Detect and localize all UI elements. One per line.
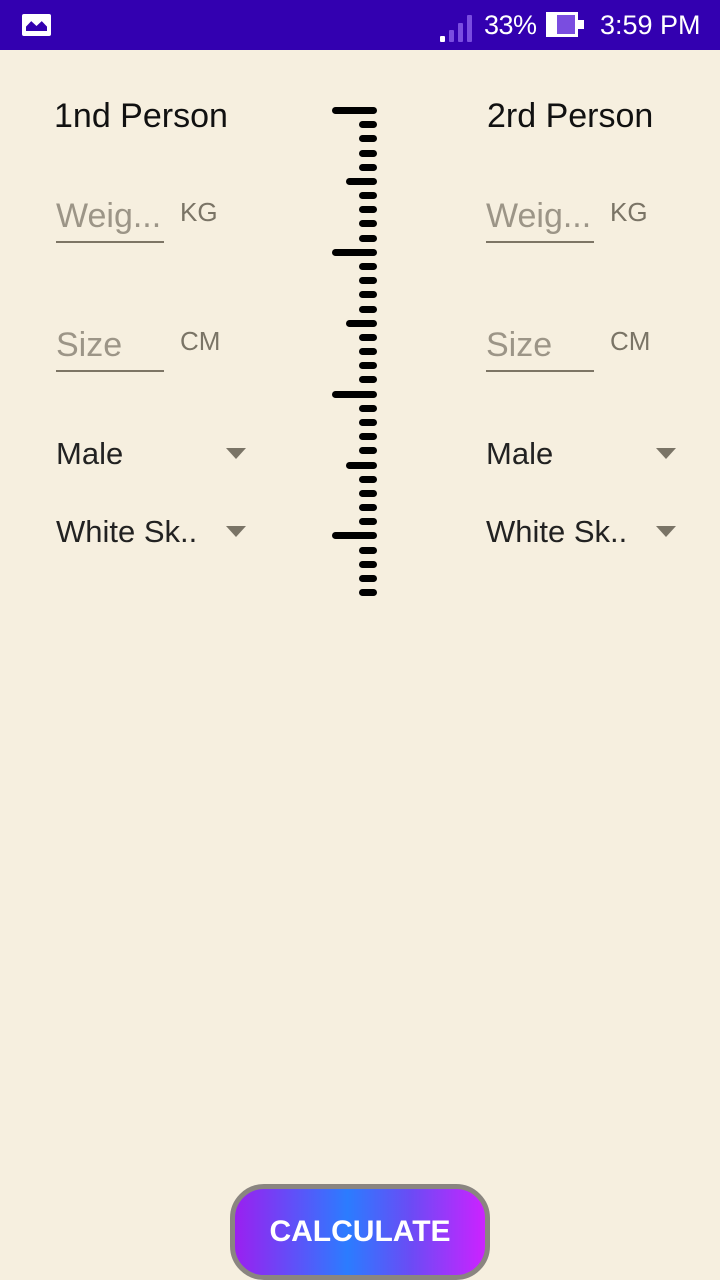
ruler-tick	[346, 319, 377, 327]
person2-size-input[interactable]	[486, 322, 594, 368]
ruler-tick	[359, 206, 377, 214]
ruler-tick	[359, 305, 377, 313]
ruler-tick	[346, 177, 377, 185]
person2-gender-dropdown[interactable]: Male	[486, 432, 676, 476]
ruler-tick	[332, 248, 377, 256]
clock: 3:59 PM	[600, 10, 701, 40]
dropdown-arrow-icon	[226, 526, 246, 537]
person2-skin-value: White Sk..	[486, 514, 628, 549]
person1-size-input[interactable]	[56, 322, 164, 368]
person1-gender-value: Male	[56, 436, 124, 471]
ruler-tick	[359, 362, 377, 370]
person2-skin-dropdown[interactable]: White Sk..	[486, 510, 676, 554]
ruler-tick	[359, 277, 377, 285]
calculate-button[interactable]: CALCULATE	[230, 1184, 490, 1280]
ruler-tick	[346, 461, 377, 469]
person2-gender-value: Male	[486, 436, 554, 471]
person2-weight-unit: KG	[610, 197, 648, 227]
person2-size-unit: CM	[610, 326, 651, 356]
ruler-tick	[359, 333, 377, 341]
ruler-tick	[359, 121, 377, 129]
ruler-tick	[359, 234, 377, 242]
ruler-tick	[359, 447, 377, 455]
status-bar: 33% 3:59 PM	[0, 0, 720, 50]
dropdown-arrow-icon	[656, 448, 676, 459]
person2-size-field[interactable]	[486, 322, 594, 372]
ruler-tick	[359, 192, 377, 200]
ruler-tick	[359, 546, 377, 554]
ruler-tick	[359, 262, 377, 270]
ruler-tick	[359, 163, 377, 171]
ruler-tick	[359, 376, 377, 384]
ruler-icon	[320, 95, 390, 605]
ruler-tick	[332, 390, 377, 398]
person1-size-unit: CM	[180, 326, 221, 356]
dropdown-arrow-icon	[226, 448, 246, 459]
person2-weight-input[interactable]	[486, 193, 594, 239]
ruler-tick	[359, 504, 377, 512]
gallery-icon	[22, 14, 51, 36]
ruler-tick	[359, 220, 377, 228]
person1-weight-field[interactable]	[56, 193, 164, 243]
battery-icon	[546, 12, 584, 37]
ruler-tick	[359, 291, 377, 299]
ruler-tick	[359, 475, 377, 483]
ruler-tick	[359, 135, 377, 143]
ruler-tick	[359, 348, 377, 356]
person2-weight-field[interactable]	[486, 193, 594, 243]
person1-size-field[interactable]	[56, 322, 164, 372]
ruler-tick	[359, 404, 377, 412]
dropdown-arrow-icon	[656, 526, 676, 537]
ruler-tick	[359, 560, 377, 568]
ruler-tick	[359, 489, 377, 497]
ruler-tick	[359, 149, 377, 157]
person1-gender-dropdown[interactable]: Male	[56, 432, 246, 476]
person1-weight-input[interactable]	[56, 193, 164, 239]
battery-percent: 33%	[484, 10, 537, 40]
person1-skin-dropdown[interactable]: White Sk..	[56, 510, 246, 554]
ruler-tick	[359, 433, 377, 441]
signal-icon	[440, 14, 474, 42]
ruler-tick	[359, 418, 377, 426]
person1-weight-unit: KG	[180, 197, 218, 227]
ruler-tick	[332, 107, 377, 114]
person2-title: 2rd Person	[487, 97, 654, 135]
ruler-tick	[359, 574, 377, 582]
ruler-tick	[332, 532, 377, 540]
ruler-tick	[359, 518, 377, 526]
person1-skin-value: White Sk..	[56, 514, 198, 549]
person1-title: 1nd Person	[54, 97, 228, 135]
ruler-tick	[359, 589, 377, 597]
